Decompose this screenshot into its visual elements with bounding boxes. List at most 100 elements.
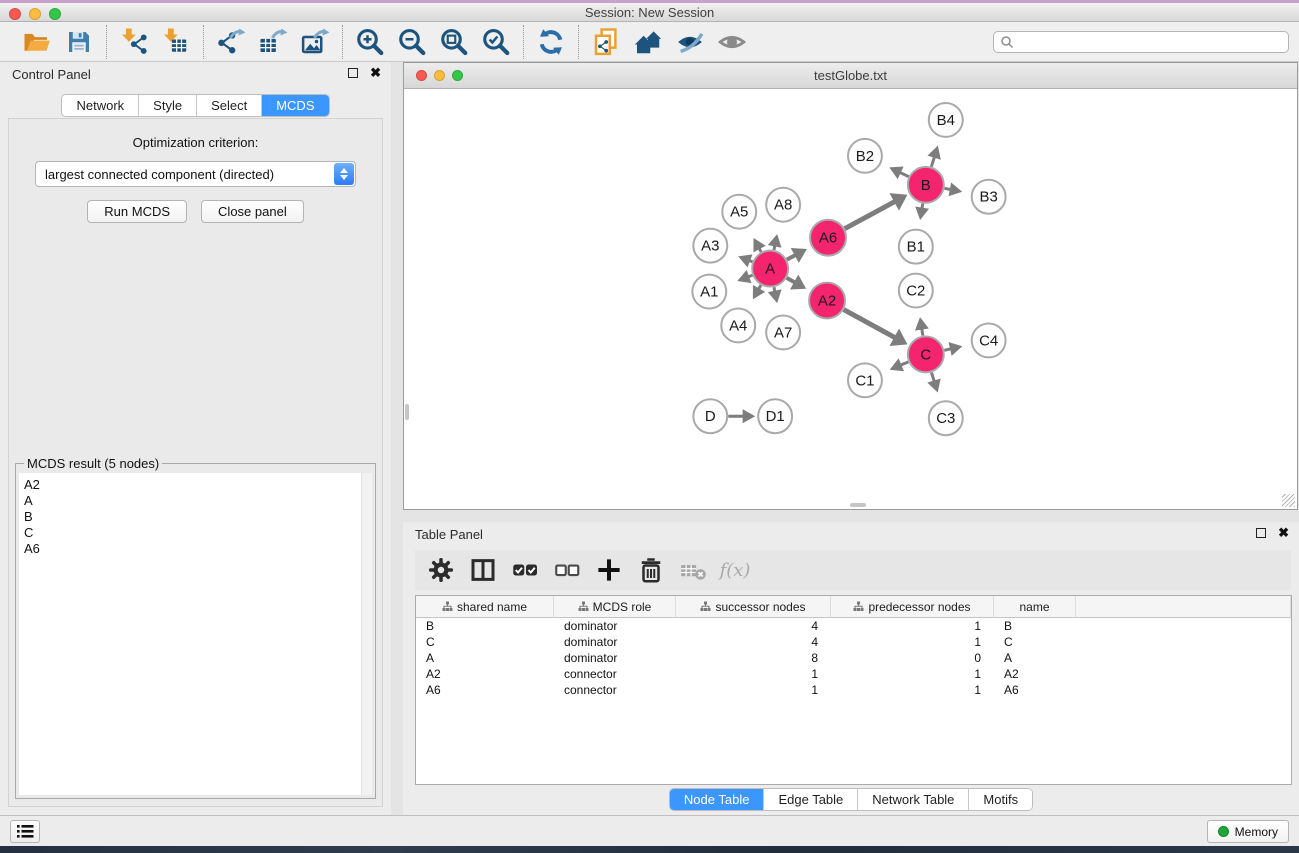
add-column-icon[interactable] bbox=[593, 555, 625, 585]
column-header-predecessor-nodes[interactable]: predecessor nodes bbox=[831, 596, 994, 618]
tab-style[interactable]: Style bbox=[138, 95, 196, 116]
search-box[interactable] bbox=[993, 31, 1289, 53]
table-cell[interactable]: A2 bbox=[994, 666, 1076, 682]
close-table-panel-icon[interactable]: ✖ bbox=[1278, 528, 1289, 538]
table-cell[interactable]: 1 bbox=[676, 682, 831, 698]
duplicate-network-icon[interactable] bbox=[588, 25, 624, 59]
node-label-A8: A8 bbox=[774, 197, 792, 214]
save-session-icon[interactable] bbox=[61, 25, 97, 59]
edge-arrowhead bbox=[743, 409, 756, 423]
table-cell[interactable]: A6 bbox=[416, 682, 554, 698]
memory-button[interactable]: Memory bbox=[1207, 820, 1289, 843]
edge-A6-B[interactable] bbox=[845, 201, 896, 229]
open-file-icon[interactable] bbox=[19, 25, 55, 59]
table-cell[interactable]: dominator bbox=[554, 650, 676, 666]
table-tab-node-table[interactable]: Node Table bbox=[670, 789, 764, 810]
home-icon[interactable] bbox=[630, 25, 666, 59]
table-tabs: Node TableEdge TableNetwork TableMotifs bbox=[403, 788, 1299, 811]
tab-network[interactable]: Network bbox=[62, 95, 138, 116]
mcds-result-title: MCDS result (5 nodes) bbox=[24, 456, 162, 471]
unselect-all-icon[interactable] bbox=[551, 555, 583, 585]
column-header-shared-name[interactable]: shared name bbox=[416, 596, 554, 618]
node-label-C: C bbox=[920, 346, 931, 363]
mcds-result-item[interactable]: C bbox=[19, 525, 372, 541]
zoom-selected-icon[interactable] bbox=[478, 25, 514, 59]
result-scrollbar[interactable] bbox=[361, 473, 372, 795]
node-table[interactable]: shared nameMCDS rolesuccessor nodesprede… bbox=[415, 595, 1292, 785]
network-canvas[interactable]: B4B2BB3A8A5A6A3B1AC2A1A2A4A7C4CC1C3DD1 bbox=[405, 89, 1296, 509]
column-view-icon[interactable] bbox=[467, 555, 499, 585]
column-header-name[interactable]: name bbox=[994, 596, 1076, 618]
export-image-icon[interactable] bbox=[297, 25, 333, 59]
mcds-result-item[interactable]: A2 bbox=[19, 473, 372, 493]
table-cell[interactable]: 1 bbox=[831, 634, 994, 650]
tab-mcds[interactable]: MCDS bbox=[261, 95, 328, 116]
network-vertical-scrollbar[interactable] bbox=[405, 404, 409, 420]
export-network-icon[interactable] bbox=[213, 25, 249, 59]
table-tab-network-table[interactable]: Network Table bbox=[857, 789, 968, 810]
table-cell[interactable]: dominator bbox=[554, 618, 676, 634]
mcds-result-list[interactable]: A2ABCA6 bbox=[19, 473, 372, 795]
table-cell[interactable]: 4 bbox=[676, 618, 831, 634]
table-cell[interactable]: B bbox=[416, 618, 554, 634]
close-panel-icon[interactable]: ✖ bbox=[370, 68, 381, 78]
table-cell[interactable]: C bbox=[416, 634, 554, 650]
table-cell[interactable]: connector bbox=[554, 682, 676, 698]
column-header-successor-nodes[interactable]: successor nodes bbox=[676, 596, 831, 618]
network-horizontal-scrollbar[interactable] bbox=[850, 503, 866, 507]
table-cell[interactable]: A bbox=[416, 650, 554, 666]
function-builder-icon: f(x) bbox=[719, 555, 751, 585]
import-table-icon[interactable] bbox=[158, 25, 194, 59]
table-cell[interactable]: A6 bbox=[994, 682, 1076, 698]
close-panel-button[interactable]: Close panel bbox=[201, 200, 304, 223]
table-cell[interactable]: A2 bbox=[416, 666, 554, 682]
table-cell[interactable]: 8 bbox=[676, 650, 831, 666]
task-list-icon bbox=[17, 824, 34, 839]
attribute-type-icon bbox=[442, 601, 453, 612]
table-tab-group: Node TableEdge TableNetwork TableMotifs bbox=[669, 788, 1033, 811]
mcds-result-item[interactable]: A bbox=[19, 493, 372, 509]
table-cell[interactable]: C bbox=[994, 634, 1076, 650]
attribute-type-icon bbox=[700, 601, 711, 612]
table-cell[interactable]: 1 bbox=[831, 682, 994, 698]
memory-label: Memory bbox=[1235, 825, 1278, 839]
table-cell[interactable]: connector bbox=[554, 666, 676, 682]
float-panel-icon[interactable] bbox=[348, 68, 358, 78]
refresh-icon[interactable] bbox=[533, 25, 569, 59]
zoom-in-icon[interactable] bbox=[352, 25, 388, 59]
table-settings-icon[interactable] bbox=[425, 555, 457, 585]
float-table-panel-icon[interactable] bbox=[1256, 528, 1266, 538]
run-mcds-button[interactable]: Run MCDS bbox=[87, 200, 187, 223]
hide-visual-properties-icon[interactable] bbox=[672, 25, 708, 59]
search-input[interactable] bbox=[1018, 35, 1282, 49]
table-cell[interactable]: dominator bbox=[554, 634, 676, 650]
show-graphics-details-icon[interactable] bbox=[714, 25, 750, 59]
table-cell[interactable]: 4 bbox=[676, 634, 831, 650]
select-all-icon[interactable] bbox=[509, 555, 541, 585]
table-cell[interactable]: 1 bbox=[676, 666, 831, 682]
zoom-fit-icon[interactable] bbox=[436, 25, 472, 59]
column-header-MCDS-role[interactable]: MCDS role bbox=[554, 596, 676, 618]
window-resize-grip[interactable] bbox=[1282, 494, 1295, 507]
table-cell[interactable]: 0 bbox=[831, 650, 994, 666]
optimization-criterion-select[interactable]: largest connected component (directed) bbox=[35, 161, 356, 187]
main-toolbar-groups bbox=[10, 25, 759, 59]
delete-columns-icon[interactable] bbox=[635, 555, 667, 585]
table-tab-edge-table[interactable]: Edge Table bbox=[763, 789, 857, 810]
table-cell[interactable]: 1 bbox=[831, 618, 994, 634]
zoom-out-icon[interactable] bbox=[394, 25, 430, 59]
network-window-titlebar[interactable]: testGlobe.txt bbox=[404, 63, 1297, 89]
table-tab-motifs[interactable]: Motifs bbox=[968, 789, 1032, 810]
table-cell[interactable]: 1 bbox=[831, 666, 994, 682]
task-history-button[interactable] bbox=[10, 820, 40, 843]
import-network-icon[interactable] bbox=[116, 25, 152, 59]
node-label-C1: C1 bbox=[855, 372, 874, 389]
export-table-icon[interactable] bbox=[255, 25, 291, 59]
edge-A2-C[interactable] bbox=[844, 310, 896, 339]
table-cell[interactable]: B bbox=[994, 618, 1076, 634]
tab-select[interactable]: Select bbox=[196, 95, 261, 116]
edge-arrowhead bbox=[927, 378, 940, 392]
table-cell[interactable]: A bbox=[994, 650, 1076, 666]
mcds-result-item[interactable]: A6 bbox=[19, 541, 372, 557]
mcds-result-item[interactable]: B bbox=[19, 509, 372, 525]
